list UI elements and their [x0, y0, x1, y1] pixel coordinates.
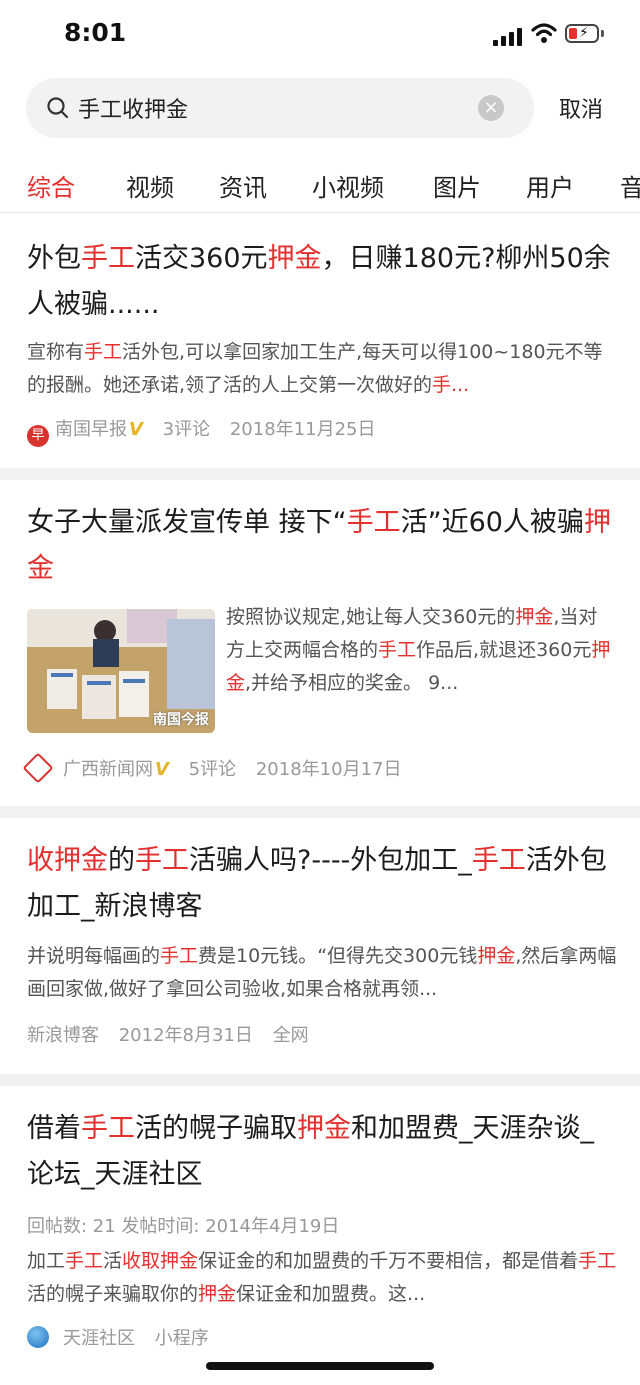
verified-icon: V	[129, 419, 143, 440]
result-type-label: 小程序	[154, 1328, 209, 1349]
search-input[interactable]	[78, 78, 468, 138]
nanguo-logo-icon: 早	[27, 425, 49, 447]
home-indicator	[206, 1362, 434, 1370]
text-run: 活的幌子骗取	[135, 1113, 297, 1144]
highlight-text: 手工	[84, 341, 123, 363]
result-meta: 新浪博客 2012年8月31日 全网	[27, 1021, 323, 1047]
text-run: 活	[103, 1250, 123, 1272]
status-time: 8:01	[64, 18, 127, 47]
result-source: 广西新闻网	[63, 759, 153, 780]
highlight-text: 手工	[578, 1250, 617, 1272]
result-comments: 5评论	[188, 759, 237, 780]
text-run: 保证金的和加盟费的千万不要相信，都是借着	[198, 1250, 579, 1272]
highlight-text: 押金	[198, 1283, 237, 1305]
tab-short-video[interactable]: 小视频	[312, 168, 384, 203]
text-run: 活”近60人被骗	[400, 507, 584, 538]
tabs-divider	[0, 212, 640, 213]
highlight-text: 手工	[135, 845, 189, 876]
search-box[interactable]: ×	[26, 78, 534, 138]
highlight-text: 手工	[65, 1250, 104, 1272]
result-source: 天涯社区	[63, 1328, 135, 1349]
wifi-icon	[531, 23, 557, 43]
cellular-signal-icon	[493, 26, 523, 46]
result-comments: 3评论	[162, 419, 211, 440]
result-meta: 广西新闻网 V 5评论 2018年10月17日	[22, 752, 415, 784]
result-title[interactable]: 外包手工活交360元押金，日赚180元?柳州50余人被骗......	[27, 236, 617, 328]
battery-icon: ⚡	[565, 24, 599, 43]
highlight-text: 押金	[477, 945, 516, 967]
result-date: 2018年10月17日	[255, 759, 402, 780]
highlight-text: 收押金	[27, 845, 108, 876]
status-bar: 8:01 ⚡	[0, 0, 640, 70]
text-run: 外包	[27, 243, 81, 274]
tab-comprehensive[interactable]: 综合	[27, 168, 75, 203]
text-run: 的	[108, 845, 135, 876]
highlight-text: 手工	[471, 845, 526, 876]
tab-images[interactable]: 图片	[433, 168, 481, 203]
cancel-button[interactable]: 取消	[559, 92, 603, 124]
search-icon	[47, 97, 69, 119]
highlight-text: 手工	[346, 507, 401, 538]
text-run: ,并给予相应的奖金。 9...	[245, 672, 459, 694]
highlight-text: 手工	[81, 1113, 135, 1144]
highlight-text: 押金	[267, 243, 322, 274]
result-title[interactable]: 收押金的手工活骗人吗?----外包加工_手工活外包加工_新浪博客	[27, 838, 617, 930]
result-meta: 早南国早报 V 3评论 2018年11月25日	[27, 415, 389, 447]
result-date: 2012年8月31日	[118, 1025, 253, 1046]
text-run: 借着	[27, 1113, 81, 1144]
text-run: 加工	[27, 1250, 66, 1272]
result-title[interactable]: 女子大量派发宣传单 接下“手工活”近60人被骗押金	[27, 500, 617, 592]
highlight-text: 押金	[515, 606, 554, 628]
result-snippet: 宣称有手工活外包,可以拿回家加工生产,每天可以得100~180元不等的报酬。她还…	[27, 336, 617, 402]
result-source: 新浪博客	[27, 1025, 99, 1046]
highlight-text: 押金	[297, 1113, 351, 1144]
tab-news[interactable]: 资讯	[219, 168, 267, 203]
category-tabs: 综合 视频 资讯 小视频 图片 用户 音	[0, 160, 640, 210]
search-result[interactable]: 收押金的手工活骗人吗?----外包加工_手工活外包加工_新浪博客 并说明每幅画的…	[0, 818, 640, 1074]
result-date: 2018年11月25日	[229, 419, 376, 440]
highlight-text: 手工	[378, 639, 417, 661]
text-run: 费是10元钱。“但得先交300元钱	[198, 945, 478, 967]
text-run: 活骗人吗?----外包加工_	[189, 845, 472, 876]
result-snippet: 并说明每幅画的手工费是10元钱。“但得先交300元钱押金,然后拿两幅画回家做,做…	[27, 940, 617, 1006]
result-snippet: 按照协议规定,她让每人交360元的押金,当对方上交两幅合格的手工作品后,就退还3…	[226, 601, 614, 700]
highlight-text: 手...	[432, 374, 470, 396]
text-run: 并说明每幅画的	[27, 945, 161, 967]
thumbnail-watermark: 南国今报	[153, 712, 209, 728]
verified-icon: V	[155, 759, 169, 780]
highlight-text: 收取押金	[122, 1250, 199, 1272]
result-title[interactable]: 借着手工活的幌子骗取押金和加盟费_天涯杂谈_论坛_天涯社区	[27, 1106, 617, 1198]
result-thumbnail[interactable]: 南国今报	[27, 609, 215, 733]
gxnews-logo-icon	[22, 752, 54, 784]
text-run: 活的幌子来骗取你的	[27, 1283, 199, 1305]
result-separator	[0, 806, 640, 818]
tianya-logo-icon	[27, 1326, 49, 1348]
search-result[interactable]: 借着手工活的幌子骗取押金和加盟费_天涯杂谈_论坛_天涯社区 回帖数: 21 发帖…	[0, 1086, 640, 1385]
result-snippet: 加工手工活收取押金保证金的和加盟费的千万不要相信，都是借着手工活的幌子来骗取你的…	[27, 1245, 617, 1311]
text-run: 活交360元	[135, 243, 268, 274]
search-result[interactable]: 外包手工活交360元押金，日赚180元?柳州50余人被骗...... 宣称有手工…	[0, 214, 640, 470]
clear-search-icon[interactable]: ×	[478, 95, 504, 121]
highlight-text: 手工	[160, 945, 199, 967]
text-run: 作品后,就退还360元	[416, 639, 592, 661]
tab-users[interactable]: 用户	[526, 168, 574, 203]
tab-video[interactable]: 视频	[126, 168, 174, 203]
text-run: 保证金和加盟费。这...	[236, 1283, 426, 1305]
result-separator	[0, 468, 640, 480]
result-source: 南国早报	[55, 419, 127, 440]
result-extra: 回帖数: 21 发帖时间: 2014年4月19日	[27, 1216, 340, 1237]
text-run: 宣称有	[27, 341, 85, 363]
text-run: 女子大量派发宣传单 接下“	[27, 507, 347, 538]
result-scope: 全网	[272, 1025, 309, 1046]
text-run: 按照协议规定,她让每人交360元的	[226, 606, 516, 628]
highlight-text: 手工	[81, 243, 135, 274]
tab-music[interactable]: 音	[620, 168, 640, 203]
result-meta: 天涯社区 小程序	[27, 1324, 223, 1350]
result-separator	[0, 1074, 640, 1086]
